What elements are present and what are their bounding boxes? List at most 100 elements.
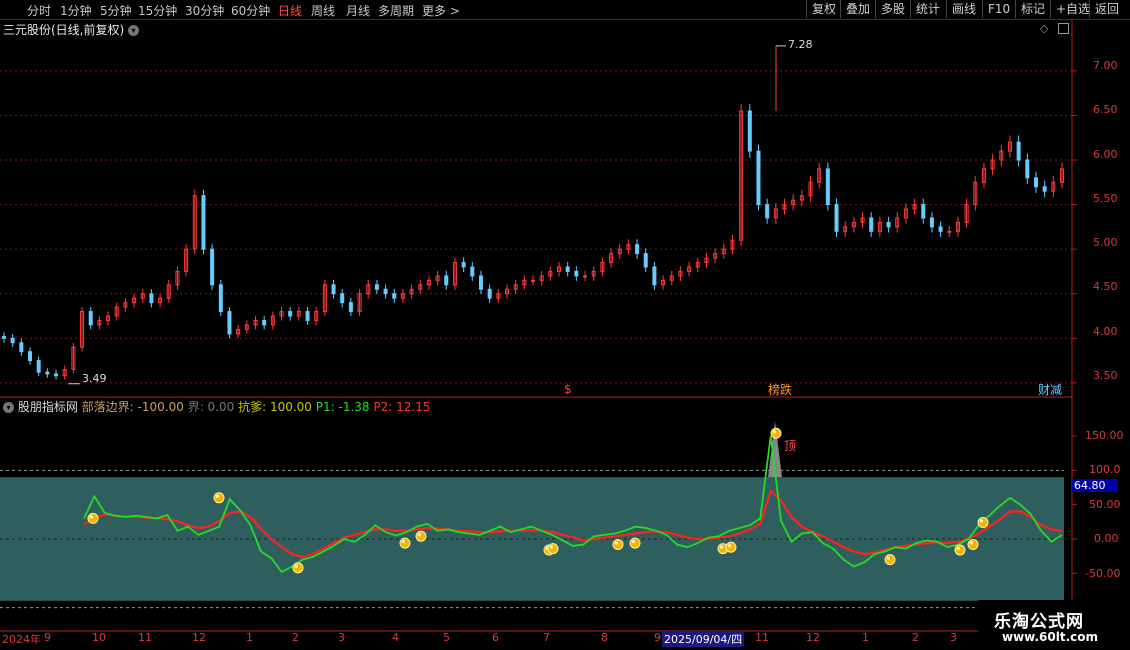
toolbar-button[interactable]: 叠加 — [840, 0, 875, 18]
indicator-param: 部落边界: -100.00 — [81, 400, 184, 414]
indicator-param: P1: -1.38 — [315, 400, 370, 414]
period-tab[interactable]: 周线 — [311, 2, 335, 19]
price-tick: 5.00 — [1093, 236, 1118, 249]
date-tick: 1 — [862, 631, 869, 644]
signal-dot-shine — [215, 494, 220, 498]
indicator-tick: 0.00 — [1094, 532, 1119, 545]
toolbar-button[interactable]: 画线 — [946, 0, 981, 18]
candle-body — [331, 284, 336, 295]
kline-chart — [0, 19, 1130, 632]
date-tick: 9 — [44, 631, 51, 644]
signal-dot-shine — [956, 546, 961, 551]
candle-body — [869, 217, 874, 232]
candle-body — [88, 311, 93, 326]
period-tab[interactable]: 15分钟 — [138, 2, 177, 19]
candle-body — [929, 217, 934, 228]
price-tick: 7.00 — [1093, 59, 1118, 72]
price-tick: 6.50 — [1093, 103, 1118, 116]
chevron-down-icon[interactable]: ▾ — [128, 25, 140, 36]
indicator-band — [0, 477, 1064, 601]
period-tab[interactable]: 日线 — [278, 2, 302, 19]
candle-body — [210, 248, 215, 286]
candle-body — [374, 284, 379, 290]
price-tick: 4.50 — [1093, 280, 1118, 293]
period-tab[interactable]: 分时 — [27, 2, 51, 19]
candle-body — [947, 230, 952, 233]
indicator-name[interactable]: 股朋指标网 — [18, 400, 78, 414]
date-tick: 12 — [192, 631, 206, 644]
signal-dot — [770, 427, 782, 439]
event-marker-dollar[interactable]: $ — [564, 382, 572, 396]
candle-body — [201, 195, 206, 250]
price-tick: 3.50 — [1093, 369, 1118, 382]
window-toggle-icon[interactable] — [1058, 23, 1069, 34]
candle-body — [383, 288, 388, 295]
date-tick: 6 — [492, 631, 499, 644]
candle-body — [825, 168, 830, 206]
date-tick: 8 — [601, 631, 608, 644]
candle-body — [886, 221, 891, 228]
signal-dot — [629, 537, 641, 549]
candle-body — [19, 342, 24, 353]
signal-dot-shine — [89, 515, 94, 519]
period-tab[interactable]: 5分钟 — [100, 2, 132, 19]
date-tick: 2 — [292, 631, 299, 644]
date-tick: 11 — [755, 631, 769, 644]
indicator-param: P2: 12.15 — [373, 400, 431, 414]
date-tick: 4 — [392, 631, 399, 644]
candle-body — [643, 253, 648, 268]
candle-body — [1025, 159, 1030, 179]
signal-dot-shine — [727, 544, 732, 548]
indicator-header: ▾ 股朋指标网 部落边界: -100.00 界: 0.00 抗爹: 100.00… — [3, 398, 430, 415]
period-tab[interactable]: 月线 — [346, 2, 370, 19]
signal-dot — [612, 538, 624, 550]
candle-body — [1033, 177, 1038, 188]
candle-body — [765, 204, 770, 219]
candle-body — [2, 336, 6, 339]
candle-body — [635, 244, 640, 255]
signal-dot — [213, 492, 225, 504]
candle-body — [288, 311, 293, 317]
candle-body — [1042, 186, 1047, 192]
toolbar-button[interactable]: 返回 — [1089, 0, 1124, 18]
candle-body — [478, 275, 483, 290]
candle-body — [227, 311, 232, 335]
signal-dot — [954, 544, 966, 556]
date-tick: 2 — [912, 631, 919, 644]
toolbar-button[interactable]: 统计 — [910, 0, 945, 18]
candle-body — [36, 360, 41, 373]
candle-body — [54, 373, 59, 377]
date-tick: 7 — [543, 631, 550, 644]
toolbar-button[interactable]: 复权 — [806, 0, 841, 18]
indicator-tick: 100.0 — [1089, 463, 1121, 476]
candle-body — [392, 293, 397, 299]
event-marker-drop-list[interactable]: 榜跌 — [768, 381, 792, 398]
period-tab[interactable]: 1分钟 — [60, 2, 92, 19]
event-marker-fin-reduce[interactable]: 财减 — [1038, 381, 1062, 398]
signal-dot — [884, 554, 896, 566]
signal-dot-shine — [979, 519, 984, 523]
signal-dot — [415, 530, 427, 542]
candle-body — [305, 311, 310, 321]
candle-body — [1016, 141, 1021, 161]
indicator-tick: -50.00 — [1085, 567, 1121, 580]
diamond-icon[interactable]: ◇ — [1040, 22, 1048, 35]
indicator-tick: 150.00 — [1085, 429, 1124, 442]
date-tick: 1 — [246, 631, 253, 644]
toolbar-button[interactable]: 标记 — [1015, 0, 1050, 18]
period-tab[interactable]: 30分钟 — [185, 2, 224, 19]
signal-dot — [547, 543, 559, 555]
signal-dot-shine — [772, 430, 777, 434]
signal-dot-shine — [886, 556, 891, 560]
period-tab[interactable]: 60分钟 — [231, 2, 270, 19]
toolbar-button[interactable]: 多股 — [875, 0, 910, 18]
toolbar-button[interactable]: F10 — [982, 0, 1015, 18]
signal-dot-shine — [294, 564, 299, 568]
period-tab[interactable]: 更多 > — [422, 2, 460, 19]
period-tab[interactable]: 多周期 — [378, 2, 414, 19]
signal-dot — [399, 537, 411, 549]
signal-dot-shine — [549, 545, 554, 549]
chevron-down-icon[interactable]: ▾ — [3, 402, 14, 413]
date-tick: 9 — [654, 631, 661, 644]
date-tick: 11 — [138, 631, 152, 644]
